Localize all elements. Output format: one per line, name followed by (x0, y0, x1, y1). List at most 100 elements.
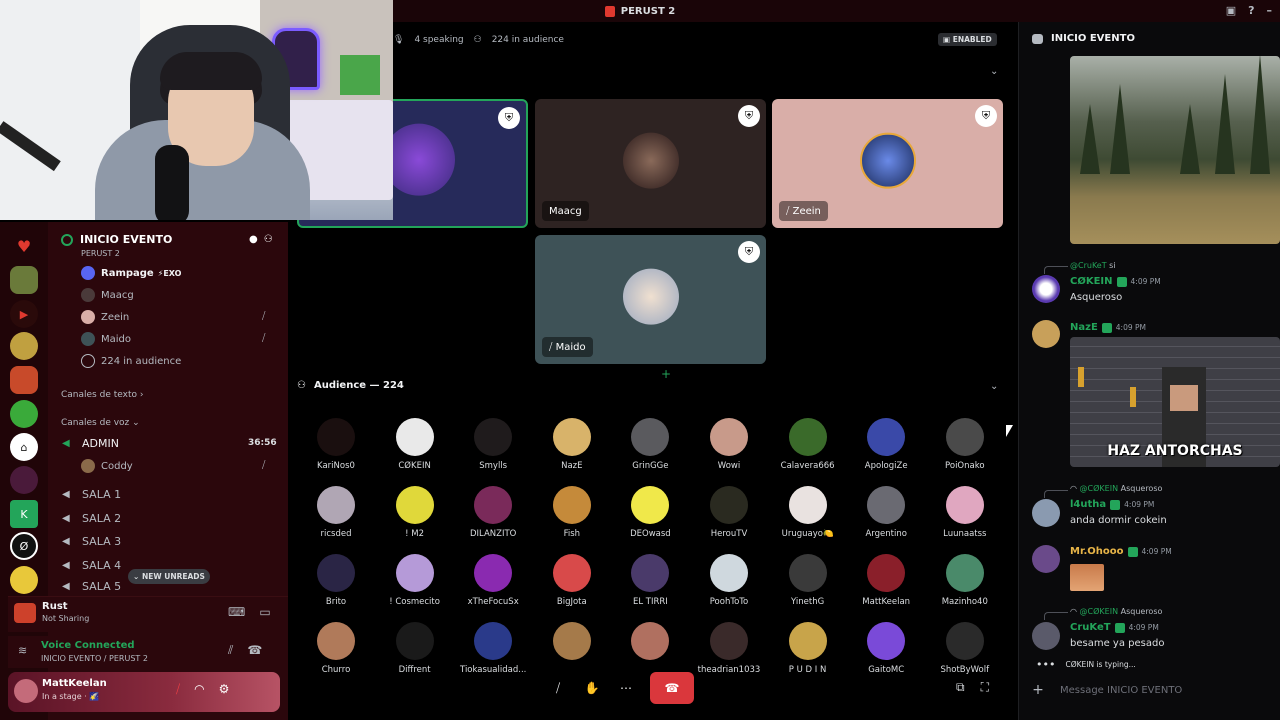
audience-member[interactable]: P U D Í N (769, 622, 847, 686)
audience-member[interactable]: PoohToTo (690, 554, 768, 618)
server-icon-legend[interactable] (10, 266, 38, 294)
category-text-channels[interactable]: Canales de texto › (61, 390, 143, 400)
new-unreads-pill[interactable]: ⌄ NEW UNREADS (128, 569, 210, 584)
message-author[interactable]: Mr.Ohooo 4:09 PM (1070, 546, 1172, 557)
audience-member[interactable]: Wowi (690, 418, 768, 482)
audience-member[interactable]: ApologiZe (847, 418, 925, 482)
audience-member[interactable]: GrinGGe (611, 418, 689, 482)
noise-suppression-icon[interactable]: ⫽ (228, 643, 233, 658)
voice-location[interactable]: INICIO EVENTO / PERUST 2 (41, 654, 148, 663)
avatar[interactable] (1032, 499, 1060, 527)
sidebar-member-zeein[interactable]: Zeein (81, 308, 129, 326)
user-name[interactable]: MattKeelan (42, 678, 107, 689)
audience-member[interactable]: Argentino (847, 486, 925, 550)
headphones-icon[interactable]: ◠ (194, 682, 204, 697)
audience-member[interactable]: Churro (297, 622, 375, 686)
audience-member[interactable]: CØKEIN (376, 418, 454, 482)
server-icon-badge[interactable] (10, 332, 38, 360)
inbox-icon[interactable]: ▣ (1226, 4, 1236, 17)
heart-server-icon[interactable]: ♥ (10, 232, 38, 260)
screen-share-icon[interactable]: ▭ (259, 605, 270, 619)
sidebar-member-maacg[interactable]: Maacg (81, 286, 134, 304)
message-author[interactable]: NazE 4:09 PM (1070, 322, 1146, 333)
add-member-icon[interactable]: ⚇ (264, 234, 273, 245)
avatar[interactable] (1032, 320, 1060, 348)
voice-status[interactable]: Voice Connected (41, 640, 135, 651)
stage-channel-name[interactable]: INICIO EVENTO (80, 233, 172, 246)
avatar[interactable] (1032, 275, 1060, 303)
voice-channel-sala-5[interactable]: ◀ SALA 5 (62, 580, 121, 592)
audience-member[interactable]: YinethG (769, 554, 847, 618)
invite-speaker-plus-icon[interactable]: + (661, 367, 671, 381)
audience-member[interactable]: Tiokasualidad... (454, 622, 532, 686)
voice-channel-sala-3[interactable]: ◀ SALA 3 (62, 532, 121, 550)
server-icon-slash[interactable]: Ø (10, 532, 38, 560)
attach-plus-icon[interactable]: + (1030, 682, 1046, 698)
message-author[interactable]: CØKEIN 4:09 PM (1070, 276, 1161, 287)
voice-channel-sala-1[interactable]: ◀ SALA 1 (62, 485, 121, 503)
voice-channel-admin[interactable]: ◀ ADMIN (62, 434, 119, 452)
server-icon-purple[interactable] (10, 466, 38, 494)
reply-preview[interactable]: ◠ @CØKEIN Asqueroso (1070, 607, 1162, 616)
server-icon-active[interactable]: ⌂ (10, 433, 38, 461)
audience-member[interactable]: ricsded (297, 486, 375, 550)
audience-member[interactable]: PoiOnako (926, 418, 1003, 482)
chat-emoji-image[interactable] (1070, 564, 1104, 591)
reply-preview[interactable]: @CruKeT si (1070, 261, 1116, 270)
server-icon-yellow[interactable] (10, 566, 38, 594)
audience-member[interactable]: GaitoMC (847, 622, 925, 686)
audience-member[interactable]: ! Cosmecito (376, 554, 454, 618)
reply-preview[interactable]: ◠ @CØKEIN Asqueroso (1070, 484, 1162, 493)
mute-mic-icon[interactable]: ⧸ (176, 682, 180, 697)
category-voice-channels[interactable]: Canales de voz ⌄ (61, 418, 140, 428)
mute-mic-icon[interactable]: ⧸ (548, 678, 568, 698)
speaker-tile-maacg[interactable]: ⛨ Maacg (535, 99, 766, 228)
message-author[interactable]: l4utha 4:09 PM (1070, 499, 1154, 510)
voice-channel-sala-2[interactable]: ◀ SALA 2 (62, 509, 121, 527)
kick-server-icon[interactable]: K (10, 500, 38, 528)
message-composer[interactable]: + Message INICIO EVENTO (1030, 678, 1280, 702)
chevron-down-icon[interactable]: ⌄ (990, 381, 998, 392)
settings-gear-icon[interactable]: ⚙ (219, 682, 230, 697)
avatar[interactable] (1032, 622, 1060, 650)
pop-out-icon[interactable]: ⧉ (956, 680, 965, 695)
sidebar-member-maido[interactable]: Maido (81, 330, 131, 348)
server-icon-frog[interactable] (10, 400, 38, 428)
sidebar-member-rampage[interactable]: Rampage ⚡EXO (81, 264, 181, 282)
avatar[interactable] (14, 679, 38, 703)
audience-member[interactable]: DILANZITO (454, 486, 532, 550)
help-icon[interactable]: ? (1248, 4, 1254, 17)
audience-member[interactable]: Calavera666 (769, 418, 847, 482)
chevron-down-icon[interactable]: ⌄ (990, 66, 998, 77)
gamepad-icon[interactable]: ⌨ (228, 605, 245, 619)
youtube-server-icon[interactable]: ▶ (10, 300, 38, 328)
audience-member[interactable]: Luunaatss (926, 486, 1003, 550)
speaker-tile-maido[interactable]: ⛨ ⧸ Maido (535, 235, 766, 364)
sidebar-audience-count[interactable]: 224 in audience (81, 352, 181, 370)
server-icon-minecraft[interactable] (10, 366, 38, 394)
audience-member[interactable]: Diffrent (376, 622, 454, 686)
audience-member[interactable]: EL TIRRI (611, 554, 689, 618)
audience-member[interactable]: ShotByWolf (926, 622, 1003, 686)
avatar[interactable] (1032, 545, 1060, 573)
minimize-icon[interactable]: – (1267, 4, 1273, 17)
speaker-tile-zeein[interactable]: ⛨ ⧸ Zeein (772, 99, 1003, 228)
audience-member[interactable]: MattKeelan (847, 554, 925, 618)
audience-member[interactable]: Fish (533, 486, 611, 550)
audience-member[interactable]: xTheFocuSx (454, 554, 532, 618)
audience-member[interactable]: Uruguayo🍋 (769, 486, 847, 550)
audience-member[interactable]: DEOwasd (611, 486, 689, 550)
leave-stage-button[interactable]: ☎ (650, 672, 694, 704)
chat-image-forest[interactable] (1070, 56, 1280, 244)
audience-member[interactable]: BigJota (533, 554, 611, 618)
sidebar-member-coddy[interactable]: Coddy (81, 457, 133, 475)
audience-member[interactable]: ! M2 (376, 486, 454, 550)
audience-member[interactable]: NazE (533, 418, 611, 482)
message-author[interactable]: CruKeT 4:09 PM (1070, 622, 1159, 633)
raise-hand-icon[interactable]: ✋ (582, 678, 602, 698)
more-options-icon[interactable]: ⋯ (616, 678, 636, 698)
audience-member[interactable]: Brito (297, 554, 375, 618)
disconnect-icon[interactable]: ☎ (247, 643, 262, 658)
audience-member[interactable]: Mazinho40 (926, 554, 1003, 618)
audience-member[interactable]: HerouTV (690, 486, 768, 550)
